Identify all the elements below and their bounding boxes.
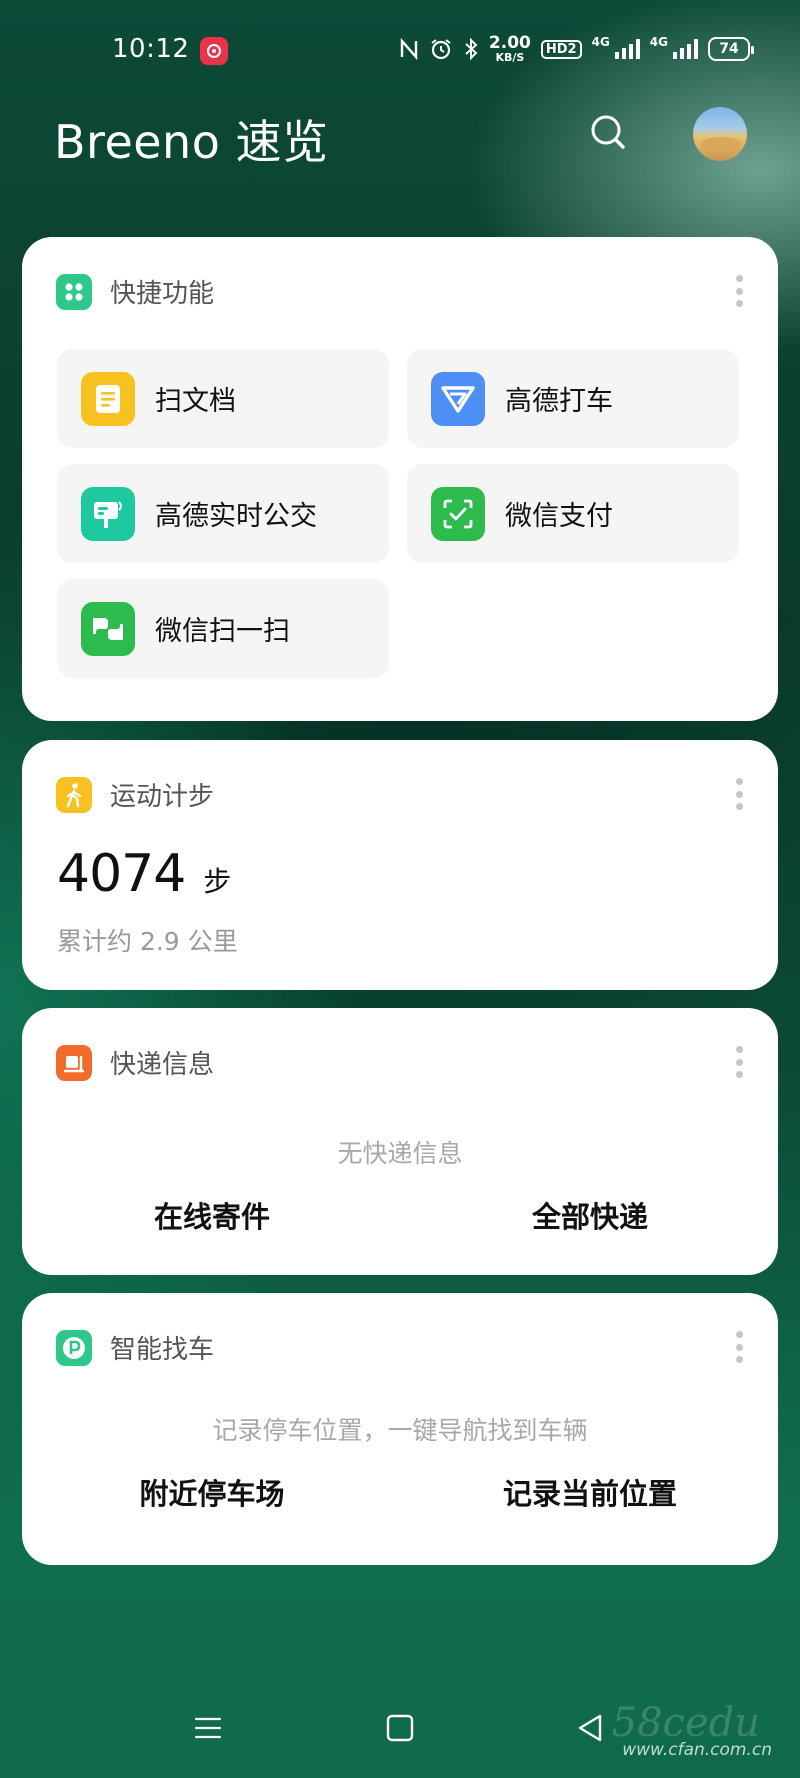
sim2-signal-icon [672,34,698,64]
card-title: 智能找车 [110,1335,215,1365]
record-location-button[interactable]: 记录当前位置 [440,1471,740,1513]
shortcut-label: 微信支付 [505,501,613,532]
network-speed-unit: KB/S [495,51,525,64]
parking-icon [56,1329,92,1366]
quick-functions-icon [56,273,92,310]
search-button[interactable] [584,110,632,158]
more-options-button[interactable] [734,1046,744,1078]
page-title: Breeno 速览 [54,115,329,169]
shortcut-grid: 扫文档 高德打车 高德实时公交 微信支付 微信扫一扫 [57,349,745,678]
shortcut-amap-bus[interactable]: 高德实时公交 [57,464,389,563]
bus-stop-icon [81,486,135,541]
shortcut-label: 微信扫一扫 [155,616,290,647]
shortcut-amap-taxi[interactable]: 高德打车 [407,349,739,448]
shortcut-scan-document[interactable]: 扫文档 [57,349,389,448]
parking-hint-text: 记录停车位置，一键导航找到车辆 [212,1416,588,1445]
nearby-parking-button[interactable]: 附近停车场 [62,1471,362,1513]
card-header: 快捷功能 [56,273,214,310]
more-options-button[interactable] [734,1331,744,1363]
network-speed: 2.00 KB/S [488,33,531,64]
sim1-signal-icon [614,34,640,64]
search-icon [588,112,628,156]
card-title: 运动计步 [110,782,215,812]
wechat-scan-icon [81,601,135,656]
battery-indicator: 74 [708,37,754,61]
status-bar: 10:12 2.00 KB/S HD2 4G 4G 74 [0,0,800,100]
walking-icon [56,776,92,813]
sim2-network-type: 4G [649,35,668,49]
shortcut-wechat-scan[interactable]: 微信扫一扫 [57,579,389,678]
express-info-card: 快递信息 无快递信息 在线寄件 全部快递 [22,1008,778,1275]
card-title: 快递信息 [110,1050,215,1080]
shortcut-label: 高德实时公交 [155,501,317,532]
card-title: 快捷功能 [110,279,215,309]
step-unit: 步 [203,865,232,898]
step-counter-card[interactable]: 运动计步 4074 步 累计约 2.9 公里 [22,740,778,990]
step-count: 4074 [57,844,186,904]
status-icons: 2.00 KB/S HD2 4G 4G 74 [399,33,754,64]
empty-state-text: 无快递信息 [337,1139,463,1168]
home-square-icon [386,1714,414,1746]
bluetooth-icon [463,34,479,64]
alarm-icon [429,34,453,64]
smart-parking-card: 智能找车 记录停车位置，一键导航找到车辆 附近停车场 记录当前位置 [22,1293,778,1565]
more-options-button[interactable] [734,778,744,810]
amap-taxi-icon [431,371,485,426]
quick-functions-card: 快捷功能 扫文档 高德打车 高德实时公交 微信支付 微信扫一扫 [22,237,778,721]
card-header: 智能找车 [56,1329,214,1366]
shortcut-label: 扫文档 [155,386,236,417]
steps-row: 4074 步 [57,844,231,904]
status-time: 10:12 [112,34,190,64]
distance-text: 累计约 2.9 公里 [57,927,238,956]
package-icon [56,1044,92,1081]
document-scan-icon [81,371,135,426]
more-options-button[interactable] [734,275,744,307]
home-button[interactable] [370,1690,430,1770]
nfc-icon [399,34,419,64]
card-header: 快递信息 [56,1044,214,1081]
shortcut-wechat-pay[interactable]: 微信支付 [407,464,739,563]
notification-app-icon [200,37,228,65]
avatar[interactable] [693,107,747,161]
sim1-network-type: 4G [591,35,610,49]
shortcut-label: 高德打车 [505,386,613,417]
hd-voice-badge: HD2 [540,39,582,59]
card-header: 运动计步 [56,776,214,813]
menu-icon [194,1716,222,1744]
back-triangle-icon [576,1713,604,1747]
all-express-button[interactable]: 全部快递 [440,1194,740,1236]
online-shipping-button[interactable]: 在线寄件 [62,1194,362,1236]
menu-button[interactable] [178,1690,238,1770]
wechat-pay-icon [431,486,485,541]
network-speed-value: 2.00 [488,33,531,53]
watermark-url: www.cfan.com.cn [622,1740,772,1760]
